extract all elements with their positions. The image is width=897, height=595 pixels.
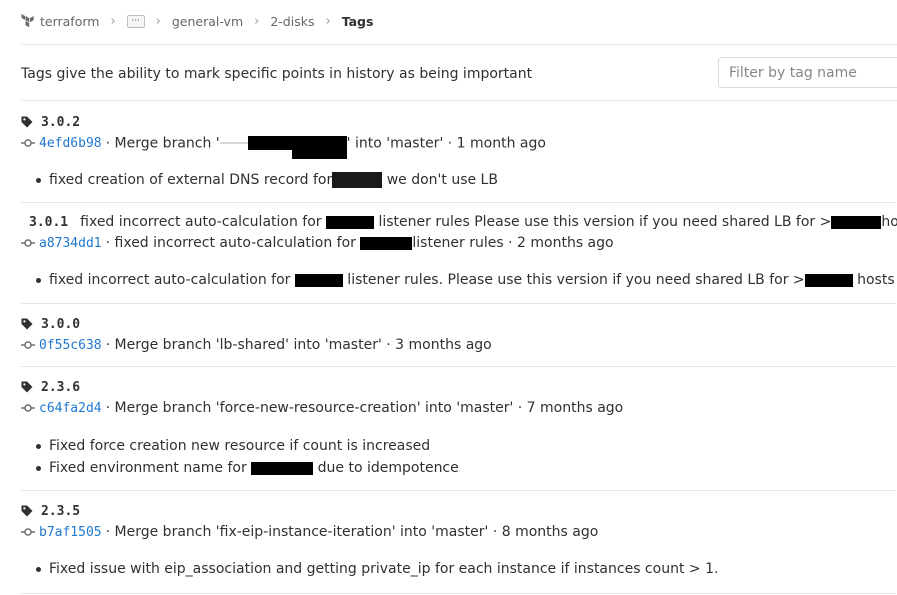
commit-icon [21,404,35,412]
commit-icon [21,341,35,349]
commit-icon [21,528,35,536]
redaction [332,172,383,188]
breadcrumb-item-general-vm[interactable]: general-vm [172,14,243,29]
breadcrumb: terraform › ··· › general-vm › 2-disks ›… [21,11,373,31]
tag-name-link[interactable]: 3.0.2 [41,115,80,130]
divider [21,593,896,594]
tag-icon [21,318,33,330]
tag-item: 2.3.6 c64fa2d4 · Merge branch 'force-new… [21,377,897,479]
commit-sha-link[interactable]: 4efd6b98 [39,136,102,151]
release-note: Fixed environment name for due to idempo… [21,457,897,479]
commit-message: · Merge branch 'lb-shared' into 'master'… [105,337,492,353]
divider [21,100,897,101]
tag-message-part: fixed incorrect auto-calculation for [80,214,326,230]
commit-sha-link[interactable]: 0f55c638 [39,338,102,353]
note-text: we don't use LB [382,172,498,188]
commit-message: · Merge branch ' ' into 'master' · 1 mont… [105,132,546,159]
commit-sha-link[interactable]: b7af1505 [39,525,102,540]
redaction [831,215,882,229]
commit-sha-link[interactable]: a8734dd1 [39,236,102,251]
tag-name-link[interactable]: 3.0.0 [41,317,80,332]
breadcrumb-item-2-disks[interactable]: 2-disks [270,14,314,29]
breadcrumb-root[interactable]: terraform [40,14,99,29]
redaction [219,142,248,144]
note-text: listener rules. Please use this version … [342,272,805,288]
tag-item: 3.0.0 0f55c638 · Merge branch 'lb-shared… [21,314,897,355]
redaction [326,215,374,229]
terraform-logo-icon [21,14,34,28]
tag-name-link[interactable]: 3.0.1 [29,215,68,230]
tag-message-part: listener rules Please use this version i… [374,214,832,230]
divider [21,44,897,45]
divider [21,202,896,203]
filter-tag-input[interactable] [718,57,897,88]
note-text: fixed creation of external DNS record fo… [49,172,333,188]
tag-name-link[interactable]: 2.3.6 [41,380,80,395]
page-description: Tags give the ability to mark specific p… [21,66,533,82]
breadcrumb-more-button[interactable]: ··· [126,14,145,28]
tag-item: 3.0.2 4efd6b98 · Merge branch ' ' into 'm… [21,112,897,191]
tag-message: fixed incorrect auto-calculation for lis… [80,214,897,230]
commit-text-part: · Merge branch ' [105,135,220,151]
release-note: Fixed force creation new resource if cou… [21,435,897,457]
divider [21,303,896,304]
chevron-right-icon: › [155,13,161,29]
chevron-right-icon: › [254,13,260,29]
commit-message: · Merge branch 'force-new-resource-creat… [105,400,624,416]
release-note: Fixed issue with eip_association and get… [21,558,897,580]
tag-item: 2.3.5 b7af1505 · Merge branch 'fix-eip-i… [21,501,897,580]
chevron-right-icon: › [325,13,331,29]
commit-message: · fixed incorrect auto-calculation for l… [106,235,614,251]
commit-icon [21,139,35,147]
commit-icon [21,239,35,247]
note-text: fixed incorrect auto-calculation for [49,272,295,288]
redaction [294,273,343,287]
tag-icon [21,116,33,128]
redaction [804,273,853,287]
redaction [247,136,292,150]
note-text: due to idempotence [313,460,459,476]
commit-text-part: ' into 'master' · 1 month ago [346,135,546,151]
chevron-right-icon: › [110,13,116,29]
commit-message: · Merge branch 'fix-eip-instance-iterati… [105,524,599,540]
tag-icon [21,505,33,517]
breadcrumb-current: Tags [341,13,374,29]
tag-message-part: hosts [881,214,897,230]
redaction [360,236,413,250]
note-text: Fixed environment name for [49,460,252,476]
commit-sha-link[interactable]: c64fa2d4 [39,401,102,416]
redaction [251,461,314,475]
release-note: fixed incorrect auto-calculation for lis… [21,269,897,291]
divider [21,366,896,367]
tag-name-link[interactable]: 2.3.5 [41,504,80,519]
tag-icon [21,381,33,393]
tag-item: 3.0.1 fixed incorrect auto-calculation f… [21,212,897,291]
divider [21,490,896,491]
release-note: fixed creation of external DNS record fo… [21,169,897,191]
commit-text-part: · fixed incorrect auto-calculation for [105,235,361,251]
redaction [291,135,347,159]
note-text: hosts [852,272,895,288]
commit-text-part: listener rules · 2 months ago [412,235,614,251]
